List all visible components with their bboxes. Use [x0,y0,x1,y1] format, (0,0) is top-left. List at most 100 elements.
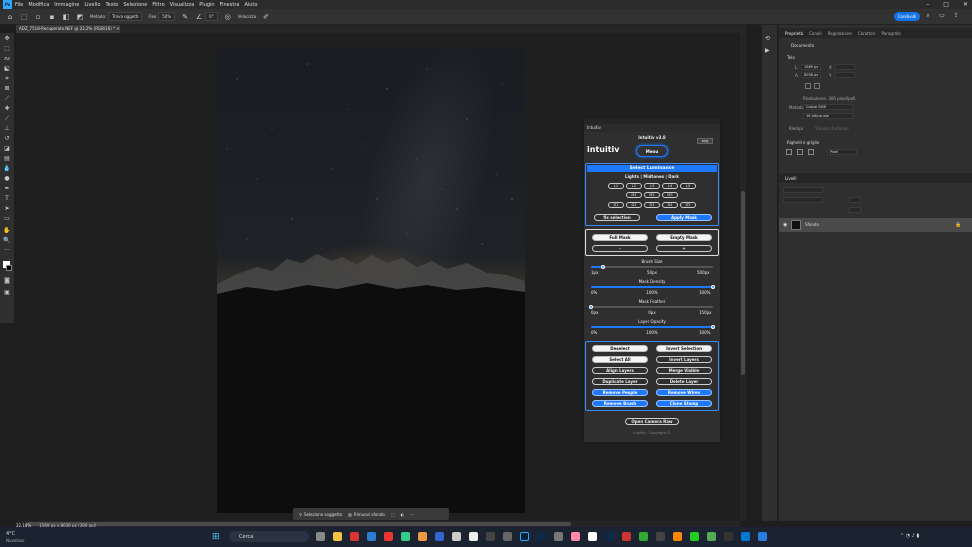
app-icon-14[interactable] [656,532,665,541]
app-icon-11[interactable] [588,532,597,541]
weather-temp[interactable]: 4°C [6,531,15,537]
invert-selection-button[interactable]: Invert Selection [656,345,712,352]
brush-size-knob[interactable] [601,265,605,269]
invert-layers-button[interactable]: Invert Layers [656,356,712,363]
smooth-checkbox[interactable]: Velocizza [238,14,256,19]
dodge-icon[interactable]: ● [3,175,11,183]
search-icon[interactable]: ⌕ [924,12,932,20]
y-field[interactable] [835,72,855,78]
ruler-icon[interactable] [786,149,792,155]
remove-brush-button[interactable]: Remove Brush [592,400,648,407]
select-and-mask-icon[interactable]: ✐ [262,13,270,21]
more-options-button[interactable]: ··· [410,512,414,517]
lum-d2[interactable]: D2 [626,202,642,208]
blend-mode-select[interactable] [783,197,823,203]
taskbar-search[interactable]: Cerca [229,531,309,542]
apply-mask-button[interactable]: Apply Mask [656,214,712,221]
menu-plugins[interactable]: Plugin [199,2,214,8]
clone-stamp-button[interactable]: Clone Stamp [656,400,712,407]
vertical-scrollbar[interactable] [740,33,746,521]
system-tray-icons[interactable]: ⌃ ◔ ♪ ▮ [900,533,919,539]
empty-mask-button[interactable]: Empty Mask [656,234,712,241]
language-select[interactable]: eng [697,138,713,144]
width-field[interactable]: 1569 px [801,64,821,70]
workspace-icon[interactable]: ▭ [938,12,946,20]
menu-type[interactable]: Testo [105,2,118,8]
task-view-icon[interactable] [316,532,325,541]
menu-help[interactable]: Aiuto [244,2,257,8]
lum-d5[interactable]: D5 [680,202,696,208]
canvas-section-title[interactable]: Tela [787,55,795,60]
merge-visible-button[interactable]: Merge Visible [656,367,712,374]
menu-filter[interactable]: Filtro [152,2,164,8]
app-icon-10[interactable] [571,532,580,541]
menu-view[interactable]: Visualizza [170,2,195,8]
x-field[interactable] [835,64,855,70]
select-all-button[interactable]: Select All [592,356,648,363]
file-explorer-icon[interactable] [333,532,342,541]
tab-character[interactable]: Caratteri [858,31,876,36]
app-icon-3[interactable] [384,532,393,541]
tab-adjustments[interactable]: Regolazione [828,31,852,36]
menu-layer[interactable]: Livello [84,2,100,8]
zoom-tool-icon[interactable]: 🔍 [3,237,11,245]
remove-people-button[interactable]: Remove People [592,389,648,396]
lum-l3[interactable]: L3 [644,183,660,189]
screen-mode-icon[interactable]: ▣ [3,289,11,297]
share-icon[interactable]: ⇪ [952,12,960,20]
orientation-portrait-icon[interactable] [805,83,811,89]
mask-density-slider[interactable] [591,286,713,288]
horizontal-scroll-thumb[interactable] [26,522,571,526]
app-icon-13[interactable] [639,532,648,541]
hand-tool-icon[interactable]: ✋ [3,227,11,235]
healing-brush-icon[interactable]: ✚ [3,105,11,113]
menu-edit[interactable]: Modifica [28,2,49,8]
pressure-icon[interactable]: ◎ [224,13,232,21]
transform-icon[interactable]: ⬚ [391,512,395,517]
lum-l4[interactable]: L4 [662,183,678,189]
angle-icon[interactable]: ∠ [195,13,203,21]
visibility-eye-icon[interactable]: ◉ [783,222,787,228]
brush-size-slider[interactable] [591,266,713,268]
gradient-icon[interactable]: ▤ [3,155,11,163]
mask-minus-button[interactable]: - [592,245,648,252]
eyedropper-icon[interactable]: ⟋ [3,95,11,103]
menu-file[interactable]: File [15,2,23,8]
lum-d4[interactable]: D4 [662,202,678,208]
tab-layers[interactable]: Livelli [785,176,797,181]
app-icon-6[interactable] [469,532,478,541]
vertical-scroll-thumb[interactable] [741,191,745,375]
full-mask-button[interactable]: Full Mask [592,234,648,241]
mask-plus-button[interactable]: + [656,245,712,252]
orientation-landscape-icon[interactable] [814,83,820,89]
layer-opacity-slider[interactable] [591,326,713,328]
mode-select[interactable]: Colore RGB [803,104,853,110]
fill-field[interactable] [849,207,861,213]
new-selection-icon[interactable]: ▫ [34,13,42,21]
edge-icon[interactable] [435,532,444,541]
tab-channels[interactable]: Canali [809,31,821,36]
menu-window[interactable]: Finestra [220,2,240,8]
plugin-tab-title[interactable]: Intuitiv [584,124,720,132]
crop-tool-icon[interactable]: ⌗ [3,75,11,83]
vscode-icon[interactable] [758,532,767,541]
grid-icon[interactable] [797,149,803,155]
app-icon-9[interactable] [554,532,563,541]
menu-select[interactable]: Selezione [123,2,147,8]
app-icon-5[interactable] [452,532,461,541]
move-tool-icon[interactable]: ✥ [3,35,11,43]
lum-d3[interactable]: D3 [644,202,660,208]
fix-selection-button[interactable]: fix selection [594,214,640,221]
close-tab-icon[interactable]: × [116,26,119,31]
deselect-button[interactable]: Deselect [592,345,648,352]
close-icon[interactable]: ✕ [963,1,968,8]
windows-start-icon[interactable]: ⊞ [212,532,220,542]
photoshop-logo-icon[interactable]: Ps [3,0,12,9]
intersect-selection-icon[interactable]: ◩ [76,13,84,21]
height-field[interactable]: 8036 px [801,72,821,78]
actions-icon[interactable]: ▶ [765,47,770,54]
app-icon-18[interactable] [724,532,733,541]
remove-wires-button[interactable]: Remove Wires [656,389,712,396]
tab-paragraph[interactable]: Paragrafo [882,31,901,36]
lum-l1[interactable]: L1 [608,183,624,189]
